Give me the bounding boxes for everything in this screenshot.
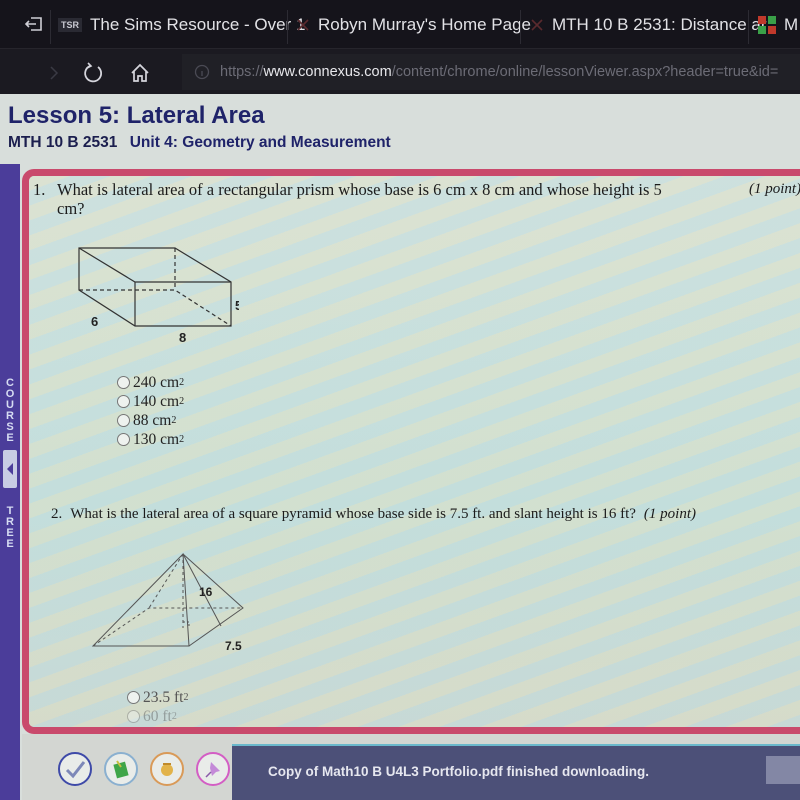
radio-button[interactable] — [117, 414, 130, 427]
slant-height-label: 16 — [199, 585, 213, 599]
pushpin-icon — [205, 762, 220, 778]
home-button[interactable] — [126, 59, 154, 87]
question-2-options: 23.5 ft 2 60 ft 2 — [127, 688, 188, 726]
answer-option[interactable]: 60 ft 2 — [127, 707, 188, 726]
close-x-favicon-icon — [296, 18, 310, 32]
checkmark-icon — [65, 761, 86, 779]
course-tree-panel[interactable]: COURSE TREE — [0, 164, 20, 800]
tsr-favicon-icon: TSR — [58, 18, 82, 32]
course-tree-label-bottom: TREE — [6, 505, 14, 550]
base-side-label: 7.5 — [225, 639, 242, 653]
home-icon — [131, 63, 149, 82]
radio-button[interactable] — [117, 433, 130, 446]
notebook-button[interactable] — [104, 752, 138, 786]
download-notification-bar: Copy of Math10 B U4L3 Portfolio.pdf fini… — [232, 744, 800, 800]
browser-nav-bar: https://www.connexus.com/content/chrome/… — [0, 48, 800, 94]
question-2-text: 2. What is the lateral area of a square p… — [51, 506, 696, 522]
pin-button[interactable] — [196, 752, 230, 786]
radio-button[interactable] — [117, 376, 130, 389]
radio-button[interactable] — [127, 710, 140, 723]
question-1-points: (1 point) — [749, 181, 800, 197]
question-1-options: 240 cm 2 140 cm 2 88 cm 2 130 cm 2 — [117, 373, 184, 449]
prism-width-label: 8 — [179, 330, 186, 342]
course-code: MTH 10 B 2531 — [8, 134, 118, 151]
notebook-icon — [113, 760, 129, 779]
lesson-page: Lesson 5: Lateral Area MTH 10 B 2531 Uni… — [0, 94, 800, 800]
tab-label: M — [784, 15, 799, 34]
info-icon — [194, 64, 210, 80]
answer-option[interactable]: 23.5 ft 2 — [127, 688, 188, 707]
lesson-title: Lesson 5: Lateral Area — [8, 102, 265, 129]
radio-button[interactable] — [127, 691, 140, 704]
prism-depth-label: 6 — [91, 314, 98, 329]
grid-logo-favicon-icon — [758, 16, 776, 34]
course-tree-toggle[interactable] — [3, 450, 17, 488]
browser-tab-bar: TSR The Sims Resource - Over 1 Robyn Mur… — [0, 0, 800, 48]
tab-label: Robyn Murray's Home Page — [318, 15, 531, 34]
tab-label: MTH 10 B 2531: Distance ar — [552, 15, 767, 34]
answer-option[interactable]: 240 cm 2 — [117, 373, 184, 392]
tab-mth10-distance[interactable]: MTH 10 B 2531: Distance ar — [530, 6, 766, 44]
tab-robyn-murray[interactable]: Robyn Murray's Home Page — [296, 6, 531, 44]
lesson-content-frame: 1. What is lateral area of a rectangular … — [22, 169, 800, 734]
question-1-text: 1. What is lateral area of a rectangular … — [33, 180, 662, 218]
set-aside-tabs-icon — [24, 17, 42, 31]
course-tree-label-top: COURSE — [5, 377, 15, 444]
address-bar[interactable]: https://www.connexus.com/content/chrome/… — [182, 54, 800, 90]
tab-partial[interactable]: M — [758, 6, 798, 44]
question-2-points: (1 point) — [643, 506, 696, 522]
rectangular-prism-figure: 5 6 8 — [78, 247, 239, 342]
check-answers-button[interactable] — [58, 752, 92, 786]
forward-button[interactable] — [40, 59, 68, 87]
download-message: Copy of Math10 B U4L3 Portfolio.pdf fini… — [268, 764, 649, 779]
answer-option[interactable]: 140 cm 2 — [117, 392, 184, 411]
unit-title: Unit 4: Geometry and Measurement — [129, 134, 391, 151]
answer-option[interactable]: 130 cm 2 — [117, 430, 184, 449]
refresh-icon — [84, 62, 103, 83]
radio-button[interactable] — [117, 395, 130, 408]
lesson-subtitle: MTH 10 B 2531 Unit 4: Geometry and Measu… — [8, 134, 391, 152]
square-pyramid-figure: 16 7.5 — [91, 552, 244, 653]
tab-actions-button[interactable] — [20, 10, 48, 38]
prism-height-label: 5 — [235, 298, 239, 313]
tab-sims-resource[interactable]: TSR The Sims Resource - Over 1 — [58, 6, 305, 44]
tab-label: The Sims Resource - Over 1 — [90, 15, 306, 34]
chevron-right-icon — [50, 66, 59, 80]
url-text: https://www.connexus.com/content/chrome/… — [220, 64, 779, 80]
close-x-favicon-icon — [530, 18, 544, 32]
resources-button[interactable] — [150, 752, 184, 786]
collapse-arrow-icon — [7, 463, 13, 475]
resources-icon — [161, 763, 173, 776]
download-action-button[interactable] — [766, 756, 800, 784]
answer-option[interactable]: 88 cm 2 — [117, 411, 184, 430]
refresh-button[interactable] — [79, 59, 107, 87]
